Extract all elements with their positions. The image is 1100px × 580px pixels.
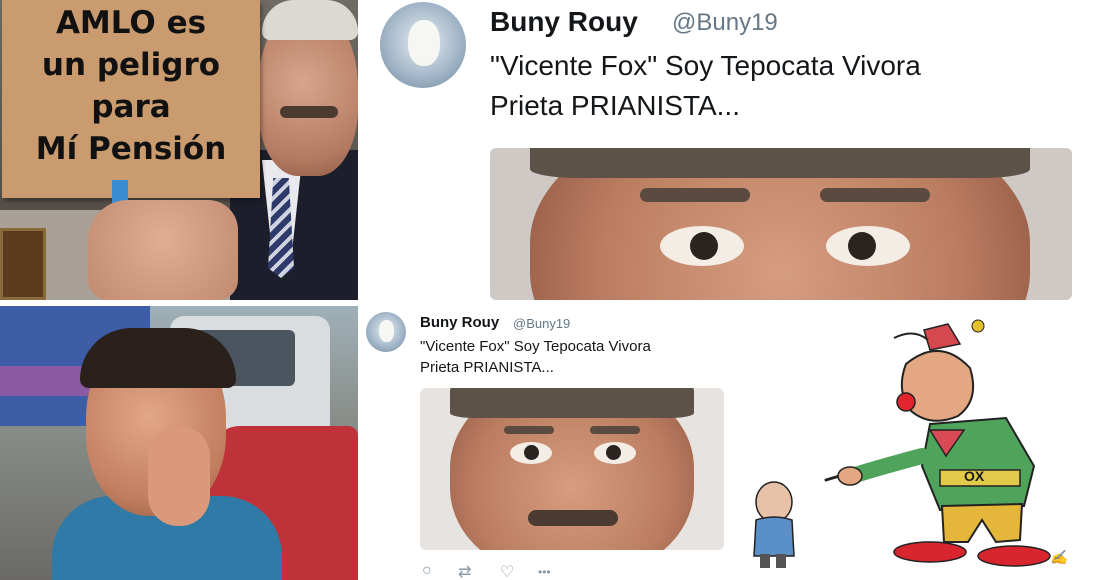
hair <box>530 148 1030 178</box>
tweet-text-line-1: "Vicente Fox" Soy Tepocata Vivora <box>490 50 921 81</box>
polar-bear-icon <box>379 320 394 342</box>
right-brow <box>820 188 930 202</box>
gray-hair <box>262 0 358 40</box>
left-pupil <box>690 232 718 260</box>
left-brow <box>640 188 750 202</box>
shirt-label: OX <box>964 468 985 484</box>
tweet-text-line-1: "Vicente Fox" Soy Tepocata Vivora <box>420 338 651 355</box>
meme-sign-photo: AMLO es un peligro para Mí Pensión <box>0 0 358 300</box>
left-pupil <box>524 445 539 460</box>
clown-cartoon: OX ✍ <box>734 306 1100 580</box>
sign-line-3: para <box>91 89 171 125</box>
tweet-text: "Vicente Fox" Soy Tepocata Vivora Prieta… <box>490 46 1050 126</box>
artist-signature: ✍ <box>1050 550 1068 566</box>
tweet-text: "Vicente Fox" Soy Tepocata Vivora Prieta… <box>420 336 720 378</box>
tweet-small: Buny Rouy @Buny19 "Vicente Fox" Soy Tepo… <box>362 306 734 580</box>
tweet-large: Buny Rouy @Buny19 "Vicente Fox" Soy Tepo… <box>362 0 1100 300</box>
wall-picture-frame <box>0 228 46 300</box>
avatar[interactable] <box>366 312 406 352</box>
sign-line-1: AMLO es <box>55 5 207 41</box>
tweet-photo[interactable] <box>420 388 724 550</box>
reply-icon[interactable]: ○ <box>422 562 432 580</box>
polar-bear-icon <box>408 20 440 66</box>
tweet-author-name[interactable]: Buny Rouy <box>420 314 499 331</box>
mustache <box>280 106 338 118</box>
avatar[interactable] <box>380 2 466 88</box>
cartoon-illustration <box>753 319 1051 568</box>
right-pupil <box>606 445 621 460</box>
hair <box>450 388 694 418</box>
sign-text: AMLO es un peligro para Mí Pensión <box>2 2 260 170</box>
sign-line-2: un peligro <box>41 47 221 83</box>
hand <box>88 200 238 300</box>
left-brow <box>504 426 554 434</box>
like-icon[interactable]: ♡ <box>500 562 514 580</box>
tweet-author-name[interactable]: Buny Rouy <box>490 6 638 38</box>
tweet-text-line-2: Prieta PRIANISTA... <box>420 359 554 376</box>
street-photo <box>0 306 358 580</box>
mustache <box>528 510 618 526</box>
right-pupil <box>848 232 876 260</box>
tweet-photo[interactable] <box>490 148 1072 300</box>
small-man <box>753 481 795 568</box>
more-icon[interactable]: ••• <box>538 565 551 579</box>
retweet-icon[interactable]: ⇄ <box>458 562 471 580</box>
clown-figure <box>824 319 1051 567</box>
sign-line-4: Mí Pensión <box>35 131 227 167</box>
cardboard-sign: AMLO es un peligro para Mí Pensión <box>2 0 260 198</box>
right-brow <box>590 426 640 434</box>
tweet-text-line-2: Prieta PRIANISTA... <box>490 90 740 121</box>
hand-pointing-to-nose <box>148 426 210 526</box>
tweet-author-handle[interactable]: @Buny19 <box>513 316 570 331</box>
tweet-author-handle[interactable]: @Buny19 <box>672 9 778 37</box>
dark-hair <box>80 328 236 388</box>
